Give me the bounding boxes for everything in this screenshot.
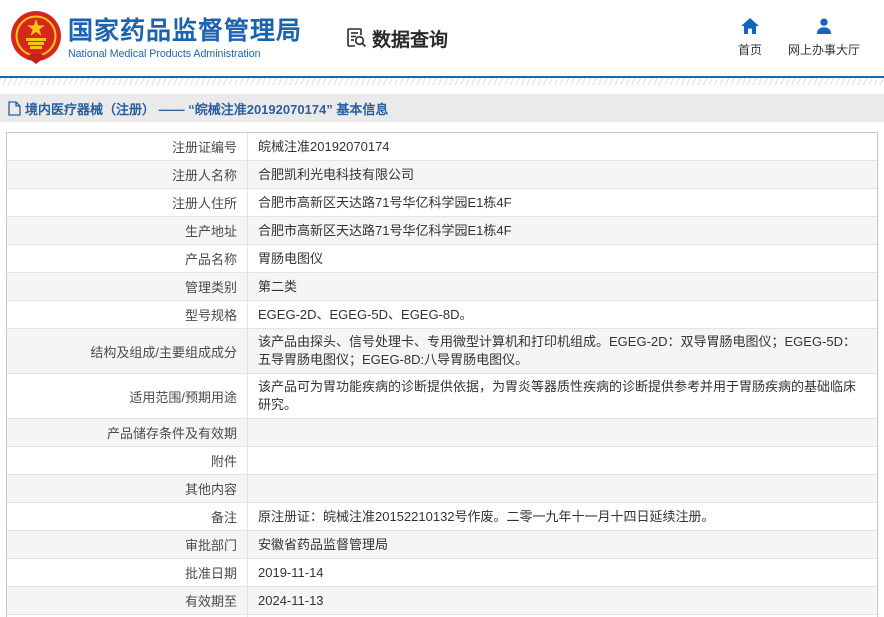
document-search-icon [344, 26, 368, 50]
row-label: 审批部门 [7, 531, 248, 558]
nav-home[interactable]: 首页 [738, 18, 762, 58]
row-value [248, 447, 877, 474]
row-value: EGEG-2D、EGEG-5D、EGEG-8D。 [258, 306, 473, 322]
row-label: 注册证编号 [7, 133, 248, 160]
table-row: 管理类别 第二类 [7, 273, 877, 301]
row-value: 皖械注准20192070174 [258, 138, 390, 154]
table-row: 生产地址 合肥市高新区天达路71号华亿科学园E1栋4F [7, 217, 877, 245]
breadcrumb-text: 境内医疗器械（注册） —— “皖械注准20192070174” 基本信息 [25, 101, 389, 117]
row-value: 原注册证：皖械注准20152210132号作废。二零一九年十一月十四日延续注册。 [258, 508, 715, 524]
table-row: 型号规格 EGEG-2D、EGEG-5D、EGEG-8D。 [7, 301, 877, 329]
table-row: 产品名称 胃肠电图仪 [7, 245, 877, 273]
row-label: 批准日期 [7, 559, 248, 586]
registration-info-table: 注册证编号 皖械注准20192070174 注册人名称 合肥凯利光电科技有限公司 注册人… [6, 132, 878, 617]
row-value: 合肥市高新区天达路71号华亿科学园E1栋4F [258, 222, 512, 238]
row-label: 附件 [7, 447, 248, 474]
page: 国家药品监督管理局 National Medical Products Admi… [0, 0, 884, 617]
nav-service-hall-label: 网上办事大厅 [787, 43, 860, 57]
table-row: 其他内容 [7, 475, 877, 503]
data-query-title: 数据查询 [344, 25, 448, 52]
breadcrumb: 境内医疗器械（注册） —— “皖械注准20192070174” 基本信息 [0, 94, 884, 122]
row-value: 2024-11-13 [258, 592, 324, 608]
site-header: 国家药品监督管理局 National Medical Products Admi… [0, 0, 884, 76]
table-row: 备注 原注册证：皖械注准20152210132号作废。二零一九年十一月十四日延续注… [7, 503, 877, 531]
national-emblem-logo [10, 10, 62, 66]
row-label: 有效期至 [7, 587, 248, 614]
row-value: 2019-11-14 [258, 564, 324, 580]
table-row: 有效期至 2024-11-13 [7, 587, 877, 615]
nav-home-label: 首页 [737, 43, 762, 57]
row-label: 产品名称 [7, 245, 248, 272]
row-label: 备注 [7, 503, 248, 530]
row-value: 第二类 [258, 278, 298, 294]
table-row: 结构及组成/主要组成成分 该产品由探头、信号处理卡、专用微型计算机和打印机组成。E… [7, 329, 877, 374]
table-row: 附件 [7, 447, 877, 475]
hatch-strip [0, 78, 884, 85]
row-value: 该产品可为胃功能疾病的诊断提供依据，为胃炎等器质性疾病的诊断提供参考并用于胃肠疾… [258, 379, 857, 412]
row-label: 生产地址 [7, 217, 248, 244]
table-row: 注册人住所 合肥市高新区天达路71号华亿科学园E1栋4F [7, 189, 877, 217]
row-label: 产品储存条件及有效期 [7, 419, 248, 446]
table-row: 产品储存条件及有效期 [7, 419, 877, 447]
row-value [248, 419, 877, 446]
table-row: 批准日期 2019-11-14 [7, 559, 877, 587]
row-value: 该产品由探头、信号处理卡、专用微型计算机和打印机组成。EGEG-2D：双导胃肠电… [258, 334, 857, 367]
org-name-en: National Medical Products Administration [68, 47, 261, 60]
data-query-label: 数据查询 [372, 29, 449, 51]
table-row: 审批部门 安徽省药品监督管理局 [7, 531, 877, 559]
row-label: 其他内容 [7, 475, 248, 502]
row-value: 胃肠电图仪 [258, 250, 324, 266]
user-icon [816, 18, 832, 37]
table-row: 注册人名称 合肥凯利光电科技有限公司 [7, 161, 877, 189]
row-label: 适用范围/预期用途 [7, 374, 248, 418]
document-icon [8, 100, 21, 116]
home-icon [741, 18, 759, 37]
nav-service-hall[interactable]: 网上办事大厅 [788, 18, 860, 58]
row-label: 注册人名称 [7, 161, 248, 188]
top-nav: 首页 网上办事大厅 [738, 18, 860, 58]
row-value: 合肥凯利光电科技有限公司 [258, 166, 415, 182]
table-row: 注册证编号 皖械注准20192070174 [7, 133, 877, 161]
brand-text: 国家药品监督管理局 National Medical Products Admi… [68, 17, 302, 60]
row-value: 合肥市高新区天达路71号华亿科学园E1栋4F [258, 194, 512, 210]
brand[interactable]: 国家药品监督管理局 National Medical Products Admi… [10, 10, 302, 66]
org-name-cn: 国家药品监督管理局 [68, 16, 303, 45]
row-label: 型号规格 [7, 301, 248, 328]
row-label: 结构及组成/主要组成成分 [7, 329, 248, 373]
row-value [248, 475, 877, 502]
row-label: 注册人住所 [7, 189, 248, 216]
table-row: 适用范围/预期用途 该产品可为胃功能疾病的诊断提供依据，为胃炎等器质性疾病的诊断提… [7, 374, 877, 419]
row-label: 管理类别 [7, 273, 248, 300]
row-value: 安徽省药品监督管理局 [258, 536, 389, 552]
